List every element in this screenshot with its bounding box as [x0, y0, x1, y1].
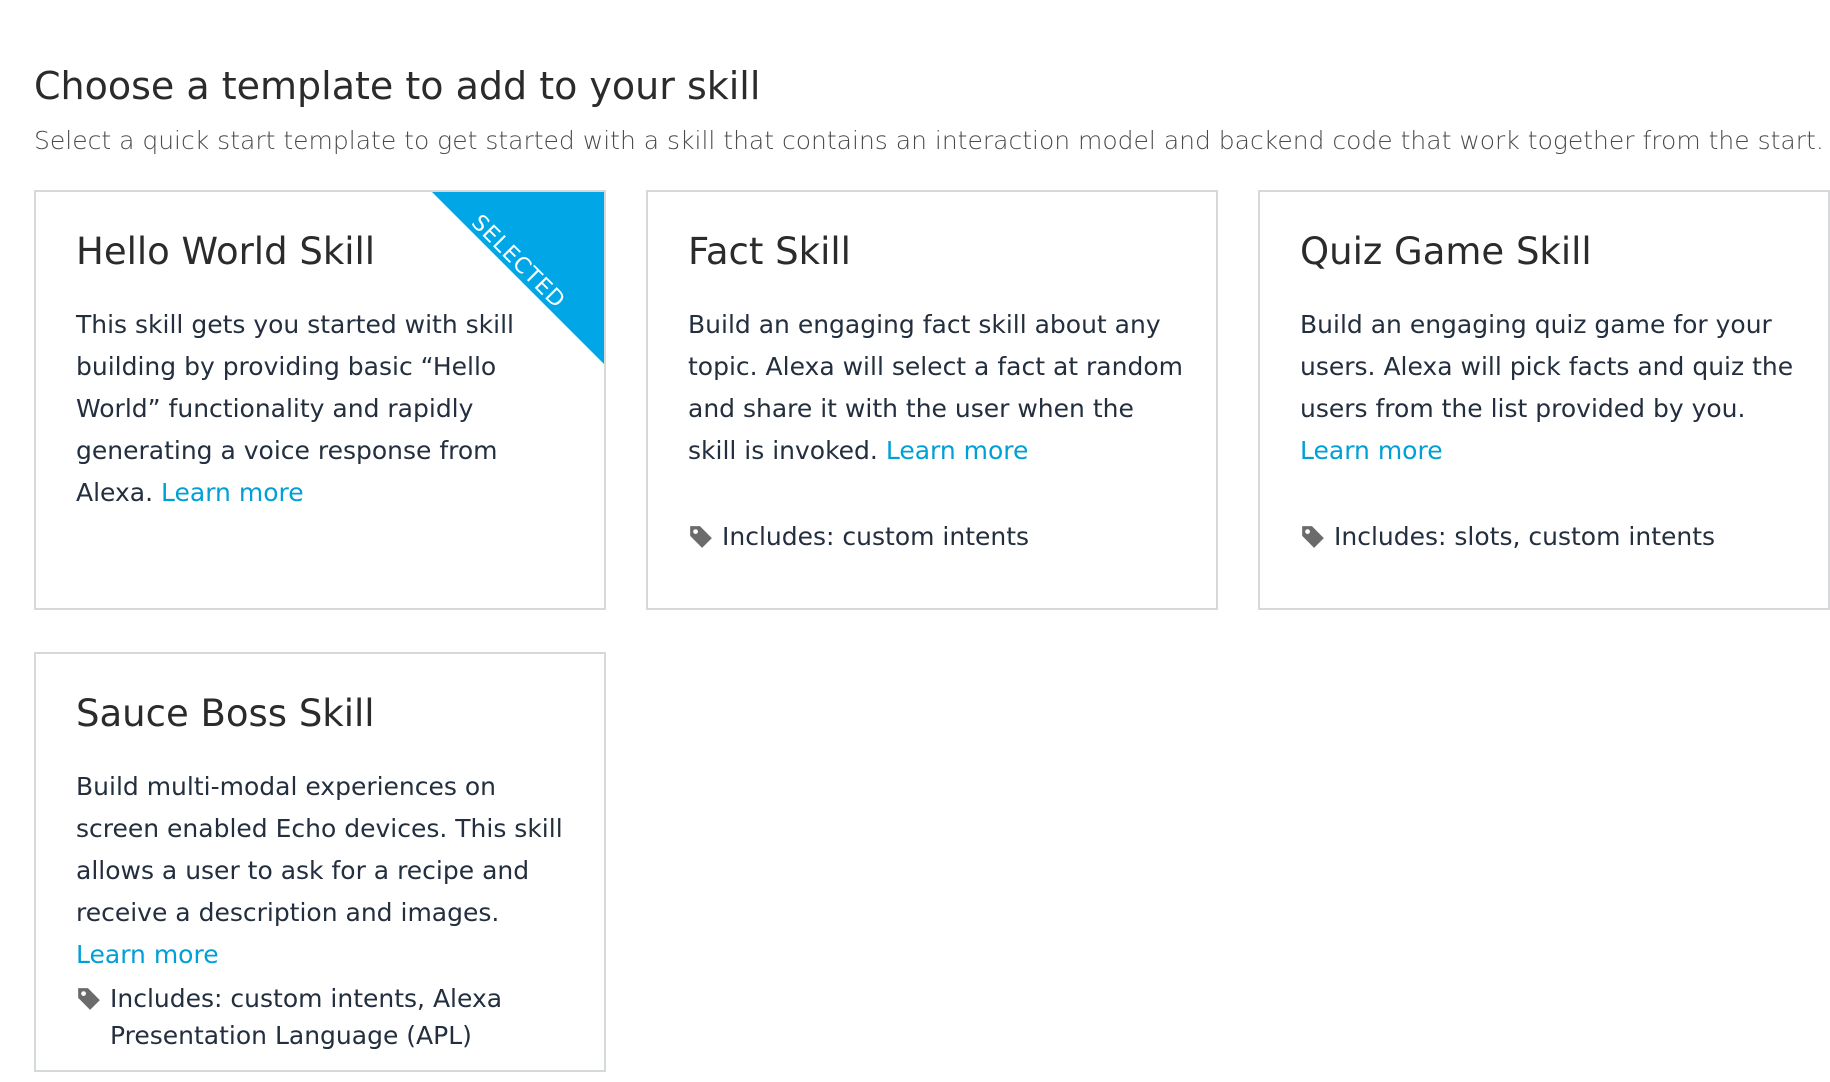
tag-icon	[690, 526, 712, 548]
card-title: Hello World Skill	[76, 230, 376, 273]
includes-text: Includes: slots, custom intents	[1334, 522, 1716, 551]
page-title: Choose a template to add to your skill	[34, 64, 761, 108]
card-title: Fact Skill	[688, 230, 851, 273]
card-description: Build multi-modal experiences on screen …	[76, 766, 576, 976]
template-card-hello-world[interactable]: SELECTED Hello World Skill This skill ge…	[34, 190, 606, 610]
tag-icon	[78, 988, 100, 1010]
card-title: Quiz Game Skill	[1300, 230, 1592, 273]
learn-more-link[interactable]: Learn more	[76, 940, 219, 969]
template-card-quiz-game[interactable]: Quiz Game Skill Build an engaging quiz g…	[1258, 190, 1830, 610]
template-card-fact[interactable]: Fact Skill Build an engaging fact skill …	[646, 190, 1218, 610]
card-description: This skill gets you started with skill b…	[76, 304, 576, 514]
card-description: Build an engaging fact skill about any t…	[688, 304, 1188, 472]
card-description-text: Build an engaging quiz game for your use…	[1300, 310, 1794, 423]
card-description: Build an engaging quiz game for your use…	[1300, 304, 1800, 472]
learn-more-link[interactable]: Learn more	[161, 478, 304, 507]
learn-more-link[interactable]: Learn more	[1300, 436, 1443, 465]
includes-line: Includes: custom intents	[688, 518, 1188, 555]
learn-more-link[interactable]: Learn more	[886, 436, 1029, 465]
template-card-sauce-boss[interactable]: Sauce Boss Skill Build multi-modal exper…	[34, 652, 606, 1072]
tag-icon	[1302, 526, 1324, 548]
includes-line: Includes: custom intents, Alexa Presenta…	[76, 980, 576, 1054]
includes-text: Includes: custom intents	[722, 522, 1030, 551]
page-subtitle: Select a quick start template to get sta…	[34, 126, 1824, 155]
card-description-text: Build multi-modal experiences on screen …	[76, 772, 563, 927]
includes-line: Includes: slots, custom intents	[1300, 518, 1800, 555]
includes-text: Includes: custom intents, Alexa Presenta…	[110, 984, 503, 1050]
card-title: Sauce Boss Skill	[76, 692, 375, 735]
